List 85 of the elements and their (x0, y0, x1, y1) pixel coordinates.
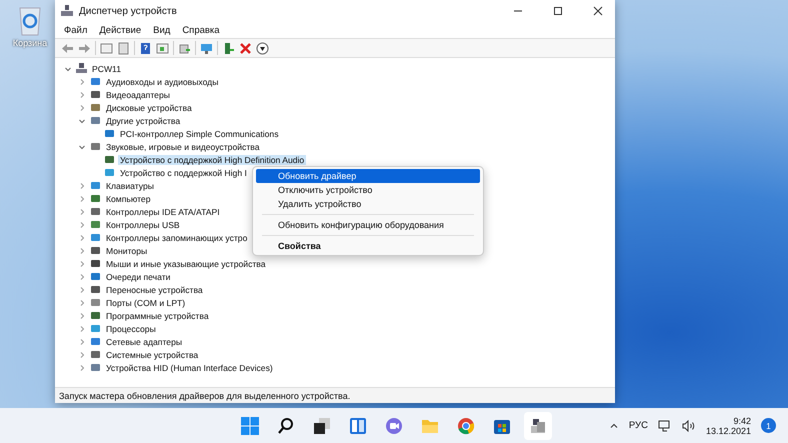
tree-item[interactable]: Процессоры (104, 324, 158, 334)
device-icon (90, 258, 101, 269)
tree-item[interactable]: Другие устройства (104, 116, 182, 126)
tree-item[interactable]: Системные устройства (104, 350, 200, 360)
network-icon[interactable] (658, 420, 672, 432)
tree-item[interactable]: Устройство с поддержкой High Definition Audio (118, 154, 306, 164)
device-icon (90, 115, 101, 126)
menu-item[interactable]: Файл (59, 24, 92, 36)
taskbar-button[interactable] (524, 412, 552, 440)
context-menu-item[interactable]: Обновить конфигурацию оборудования (256, 218, 480, 232)
forward-arrow-icon[interactable] (78, 42, 91, 54)
device-icon (90, 206, 101, 217)
widgets-icon[interactable] (349, 416, 368, 434)
context-menu-item[interactable]: Обновить драйвер (256, 169, 480, 183)
context-menu-item[interactable]: Свойства (256, 239, 480, 253)
computer-icon (76, 63, 87, 74)
tree-item[interactable]: Устройства HID (Human Interface Devices) (104, 362, 275, 372)
device-icon (90, 349, 101, 360)
notification-badge[interactable]: 1 (761, 418, 776, 433)
tree-item[interactable]: Очереди печати (104, 272, 172, 282)
device-icon (90, 310, 101, 321)
device-icon (90, 284, 101, 295)
device-icon (90, 232, 101, 243)
close-icon[interactable] (593, 6, 603, 16)
tree-item[interactable]: Аудиовходы и аудиовыходы (104, 76, 220, 86)
device-icon (90, 193, 101, 204)
device-icon (90, 76, 101, 87)
device-icon (90, 323, 101, 334)
monitor-icon[interactable] (200, 42, 213, 54)
device-icon (90, 297, 101, 308)
start-icon[interactable] (241, 416, 260, 434)
menu-item[interactable]: Действие (94, 24, 146, 36)
tree-item[interactable]: Устройство с поддержкой High I (118, 168, 249, 178)
device-manager-icon (529, 416, 548, 434)
tree-item[interactable]: Мониторы (104, 246, 150, 256)
tree-item[interactable]: PCI-контроллер Simple Communications (118, 128, 281, 138)
tree-item[interactable]: Контроллеры запоминающих устро (104, 232, 250, 242)
tree-item[interactable]: Контроллеры USB (104, 220, 182, 230)
tree-item[interactable]: Порты (COM и LPT) (104, 298, 188, 308)
device-icon (90, 102, 101, 113)
context-menu-item[interactable]: Удалить устройство (256, 197, 480, 211)
tree-item[interactable]: Контроллеры IDE ATA/ATAPI (104, 206, 222, 216)
tree-item[interactable]: Сетевые адаптеры (104, 336, 184, 346)
back-arrow-icon[interactable] (61, 42, 74, 54)
tree-item[interactable]: Клавиатуры (104, 180, 156, 190)
context-menu-item[interactable]: Отключить устройство (256, 183, 480, 197)
desktop-icon-label: Корзина (12, 38, 48, 48)
device-icon (104, 154, 115, 165)
device-icon (104, 167, 115, 178)
tree-item[interactable]: Мыши и иные указывающие устройства (104, 258, 268, 268)
tree-item[interactable]: Переносные устройства (104, 284, 205, 294)
remove-icon[interactable] (239, 42, 252, 54)
browser-icon[interactable] (457, 416, 476, 434)
device-icon (90, 219, 101, 230)
window-icon[interactable] (156, 42, 169, 54)
menu-item[interactable]: Справка (177, 24, 225, 36)
clock-date[interactable]: 13.12.2021 (706, 426, 751, 436)
help-icon[interactable] (139, 42, 152, 54)
speaker-icon[interactable] (682, 420, 696, 432)
device-icon (90, 141, 101, 152)
search-icon[interactable] (277, 416, 296, 434)
window-title: Диспетчер устройств (79, 6, 178, 16)
task-view-icon[interactable] (313, 416, 332, 434)
device-icon (90, 180, 101, 191)
status-text: Запуск мастера обновления драйверов для выделенного устройства. (55, 387, 615, 403)
maximize-icon[interactable] (553, 6, 563, 16)
tree-item[interactable]: Дисковые устройства (104, 102, 194, 112)
tree-item[interactable]: Программные устройства (104, 310, 211, 320)
download-icon[interactable] (256, 42, 269, 54)
device-icon (104, 128, 115, 139)
app-icon (61, 5, 73, 17)
menu-item[interactable]: Вид (148, 24, 176, 36)
device-icon (90, 89, 101, 100)
language-indicator[interactable]: РУС (628, 420, 648, 431)
device-icon (90, 336, 101, 347)
device-icon (90, 271, 101, 282)
chat-icon[interactable] (385, 416, 404, 434)
device-icon (90, 245, 101, 256)
tree-item[interactable]: Видеоадаптеры (104, 90, 172, 100)
clock-time[interactable]: 9:42 (733, 416, 751, 426)
device-icon (90, 362, 101, 373)
tree-item[interactable]: Звуковые, игровые и видеоустройства (104, 142, 262, 152)
tree-item[interactable]: PCW11 (90, 64, 123, 74)
window-icon[interactable] (100, 42, 113, 54)
tree-item[interactable]: Компьютер (104, 194, 152, 204)
